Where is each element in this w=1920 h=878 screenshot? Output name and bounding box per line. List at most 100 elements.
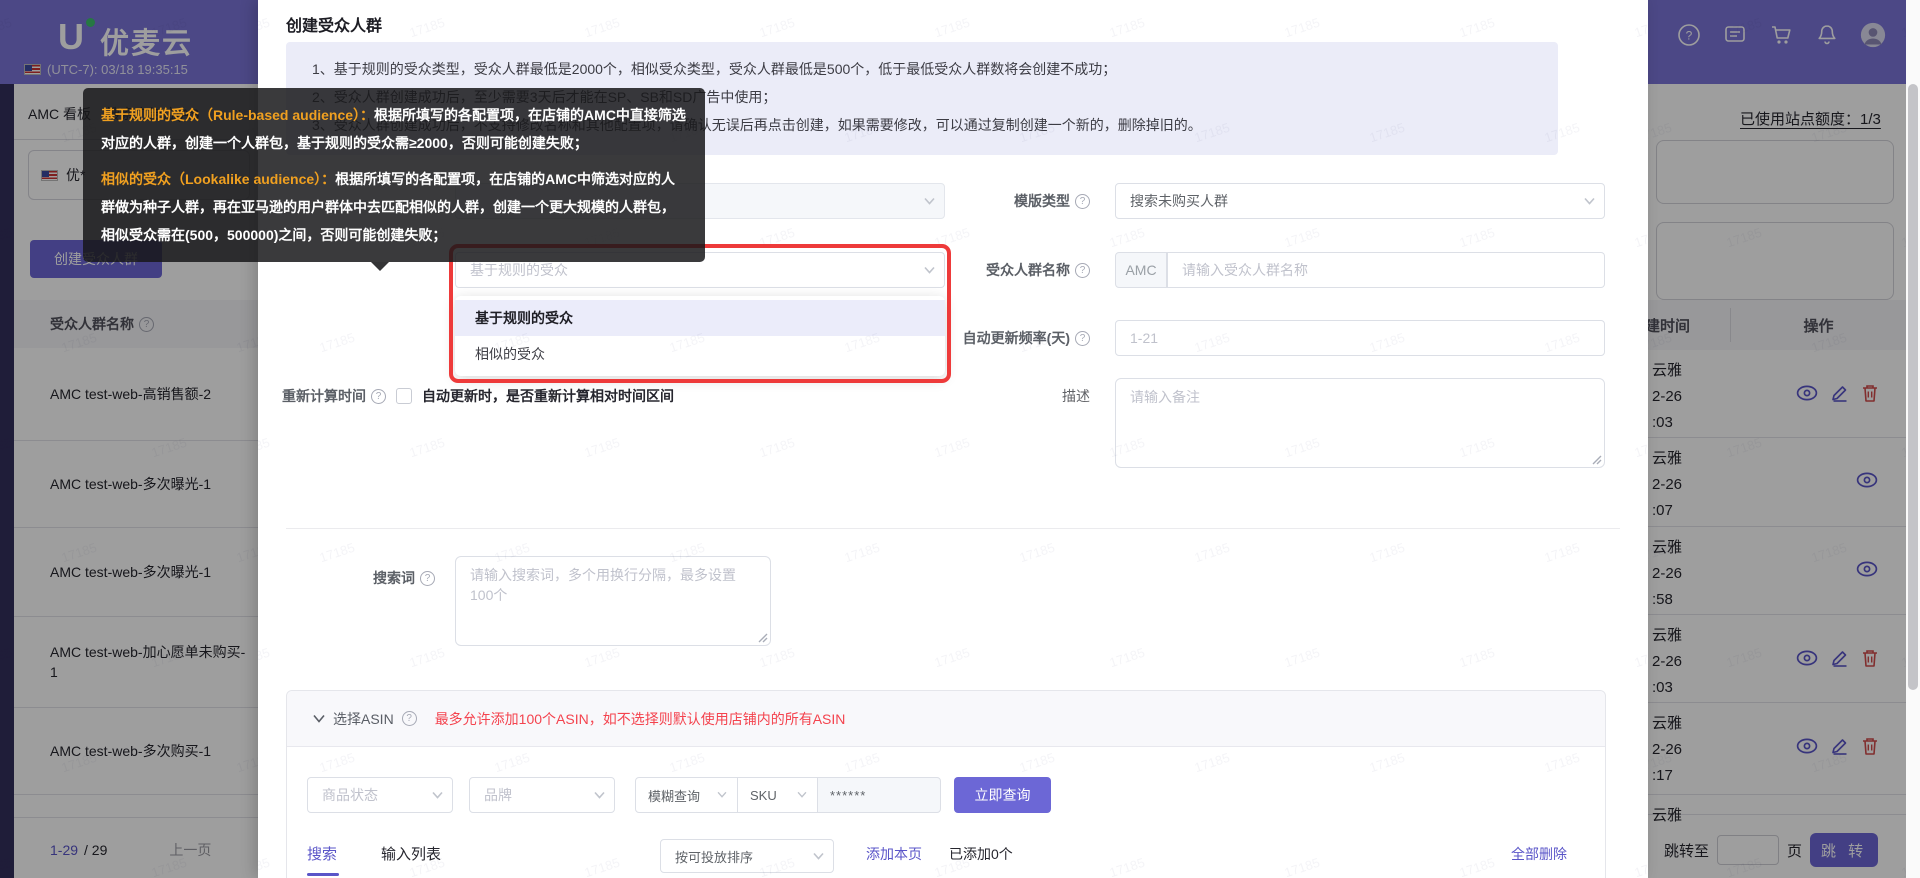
tooltip-paragraph: 相似的受众（Lookalike audience）：根据所填写的各配置项，在店铺…	[101, 165, 687, 249]
app-root: U 优麦云 (UTC-7): 03/18 19:35:15 ? 已使用站点额度：	[0, 0, 1920, 878]
auto-update-placeholder: 1-21	[1130, 330, 1159, 346]
watermark-text: 17185	[1457, 224, 1497, 251]
recalc-row: 重新计算时间? 自动更新时，是否重新计算相对时间区间	[282, 378, 674, 414]
audience-name-placeholder: 请输入受众人群名称	[1182, 262, 1308, 278]
asin-section-title: 选择ASIN	[333, 710, 394, 727]
watermark-text: 17185	[258, 644, 272, 671]
watermark-text: 17185	[1017, 539, 1057, 566]
watermark-text: 17185	[1457, 644, 1497, 671]
help-icon[interactable]: ?	[1075, 262, 1090, 278]
chevron-down-icon	[717, 791, 727, 801]
sku-select[interactable]: SKU	[737, 777, 818, 813]
watermark-text: 17185	[582, 644, 622, 671]
watermark-text: 17185	[582, 14, 622, 41]
masked-value-input[interactable]: ******	[817, 777, 941, 813]
dropdown-option[interactable]: 相似的受众	[455, 336, 945, 372]
watermark-text: 17185	[842, 539, 882, 566]
watermark-text: 17185	[258, 434, 272, 461]
watermark-text: 17185	[1107, 14, 1147, 41]
asin-section: 选择ASIN ? 最多允许添加100个ASIN，如不选择则默认使用店铺内的所有A…	[286, 690, 1606, 878]
watermark-text: 17185	[1282, 224, 1322, 251]
page-scrollbar[interactable]	[1906, 0, 1920, 878]
search-words-label: 搜索词?	[285, 560, 435, 596]
watermark-text: 17185	[1457, 14, 1497, 41]
audience-type-tooltip: 基于规则的受众（Rule-based audience）：根据所填写的各配置项，…	[83, 88, 705, 271]
active-tab-underline	[307, 873, 339, 876]
watermark-text: 17185	[582, 434, 622, 461]
description-textarea[interactable]: 请输入备注	[1115, 378, 1605, 468]
asin-warning: 最多允许添加100个ASIN，如不选择则默认使用店铺内的所有ASIN	[434, 710, 846, 727]
description-placeholder: 请输入备注	[1130, 389, 1200, 405]
tab-input-list[interactable]: 输入列表	[381, 843, 441, 864]
audience-name-prefix: AMC	[1115, 252, 1167, 288]
watermark-text: 17185	[1632, 644, 1648, 671]
audience-type-value: 基于规则的受众	[470, 262, 568, 278]
chevron-down-icon	[594, 791, 605, 801]
watermark-text: 17185	[407, 434, 447, 461]
watermark-text: 17185	[1282, 644, 1322, 671]
description-label: 描述	[1062, 388, 1090, 404]
tooltip-arrow	[371, 262, 389, 271]
added-count: 已添加0个	[949, 846, 1013, 862]
watermark-text: 17185	[757, 644, 797, 671]
notice-line: 1、基于规则的受众类型，受众人群最低是2000个，相似受众类型，受众人群最低是5…	[312, 61, 1117, 77]
audience-name-input[interactable]: 请输入受众人群名称	[1167, 252, 1605, 288]
search-words-textarea[interactable]: 请输入搜索词，多个用换行分隔，最多设置100个	[455, 556, 771, 646]
watermark-text: 17185	[1107, 224, 1147, 251]
watermark-text: 17185	[1632, 434, 1648, 461]
help-icon[interactable]: ?	[1075, 193, 1090, 209]
watermark-text: 17185	[1632, 854, 1648, 878]
watermark-text: 17185	[258, 854, 272, 878]
chevron-down-icon	[432, 791, 443, 801]
tooltip-lead: 基于规则的受众（Rule-based audience）：	[101, 107, 375, 123]
chevron-down-icon	[1584, 197, 1595, 207]
help-icon[interactable]: ?	[371, 388, 386, 404]
tab-search[interactable]: 搜索	[307, 843, 337, 864]
audience-name-label: 受众人群名称?	[900, 252, 1090, 288]
watermark-text: 17185	[1632, 224, 1648, 251]
template-type-value: 搜索未购买人群	[1130, 193, 1228, 209]
dropdown-option[interactable]: 基于规则的受众	[455, 300, 945, 336]
watermark-text: 17185	[407, 644, 447, 671]
template-type-label: 模版类型?	[900, 183, 1090, 219]
chevron-down-icon	[813, 852, 824, 862]
product-status-select[interactable]: 商品状态	[307, 777, 453, 813]
brand-select[interactable]: 品牌	[469, 777, 615, 813]
query-now-button[interactable]: 立即查询	[954, 777, 1051, 813]
delete-all-link[interactable]: 全部删除	[1511, 844, 1567, 864]
watermark-text: 17185	[757, 434, 797, 461]
watermark-text: 17185	[1282, 14, 1322, 41]
help-icon[interactable]: ?	[420, 570, 435, 586]
recalc-checkbox[interactable]	[396, 388, 412, 404]
add-page-link[interactable]: 添加本页	[866, 844, 922, 864]
tooltip-body: 基于规则的受众（Rule-based audience）：根据所填写的各配置项，…	[101, 101, 687, 249]
chevron-down-icon	[313, 714, 325, 723]
recalc-label: 重新计算时间?	[282, 386, 386, 406]
audience-type-dropdown: 基于规则的受众 相似的受众	[455, 296, 945, 376]
search-words-placeholder: 请输入搜索词，多个用换行分隔，最多设置100个	[470, 567, 736, 603]
auto-update-input[interactable]: 1-21	[1115, 320, 1605, 356]
help-icon[interactable]: ?	[401, 711, 417, 726]
watermark-text: 17185	[1632, 14, 1648, 41]
help-icon[interactable]: ?	[1075, 330, 1090, 346]
watermark-text: 17185	[1542, 539, 1582, 566]
tooltip-paragraph: 基于规则的受众（Rule-based audience）：根据所填写的各配置项，…	[101, 101, 687, 157]
watermark-text: 17185	[407, 14, 447, 41]
asin-section-header[interactable]: 选择ASIN ? 最多允许添加100个ASIN，如不选择则默认使用店铺内的所有A…	[287, 691, 1605, 747]
section-divider	[286, 528, 1620, 529]
recalc-checkbox-label: 自动更新时，是否重新计算相对时间区间	[422, 388, 674, 404]
watermark-text: 17185	[757, 224, 797, 251]
resize-handle-icon[interactable]	[756, 631, 768, 643]
resize-handle-icon[interactable]	[1590, 453, 1602, 465]
modal-title: 创建受众人群	[286, 18, 383, 35]
watermark-text: 17185	[1107, 644, 1147, 671]
template-type-select[interactable]: 搜索未购买人群	[1115, 183, 1605, 219]
scrollbar-thumb[interactable]	[1908, 84, 1918, 690]
sort-select[interactable]: 按可投放排序	[660, 839, 834, 873]
watermark-text: 17185	[932, 224, 972, 251]
fuzzy-query-select[interactable]: 模糊查询	[635, 777, 738, 813]
watermark-text: 17185	[317, 329, 357, 356]
watermark-text: 17185	[932, 14, 972, 41]
tooltip-lead: 相似的受众（Lookalike audience）：	[101, 171, 336, 187]
watermark-text: 17185	[258, 14, 272, 41]
